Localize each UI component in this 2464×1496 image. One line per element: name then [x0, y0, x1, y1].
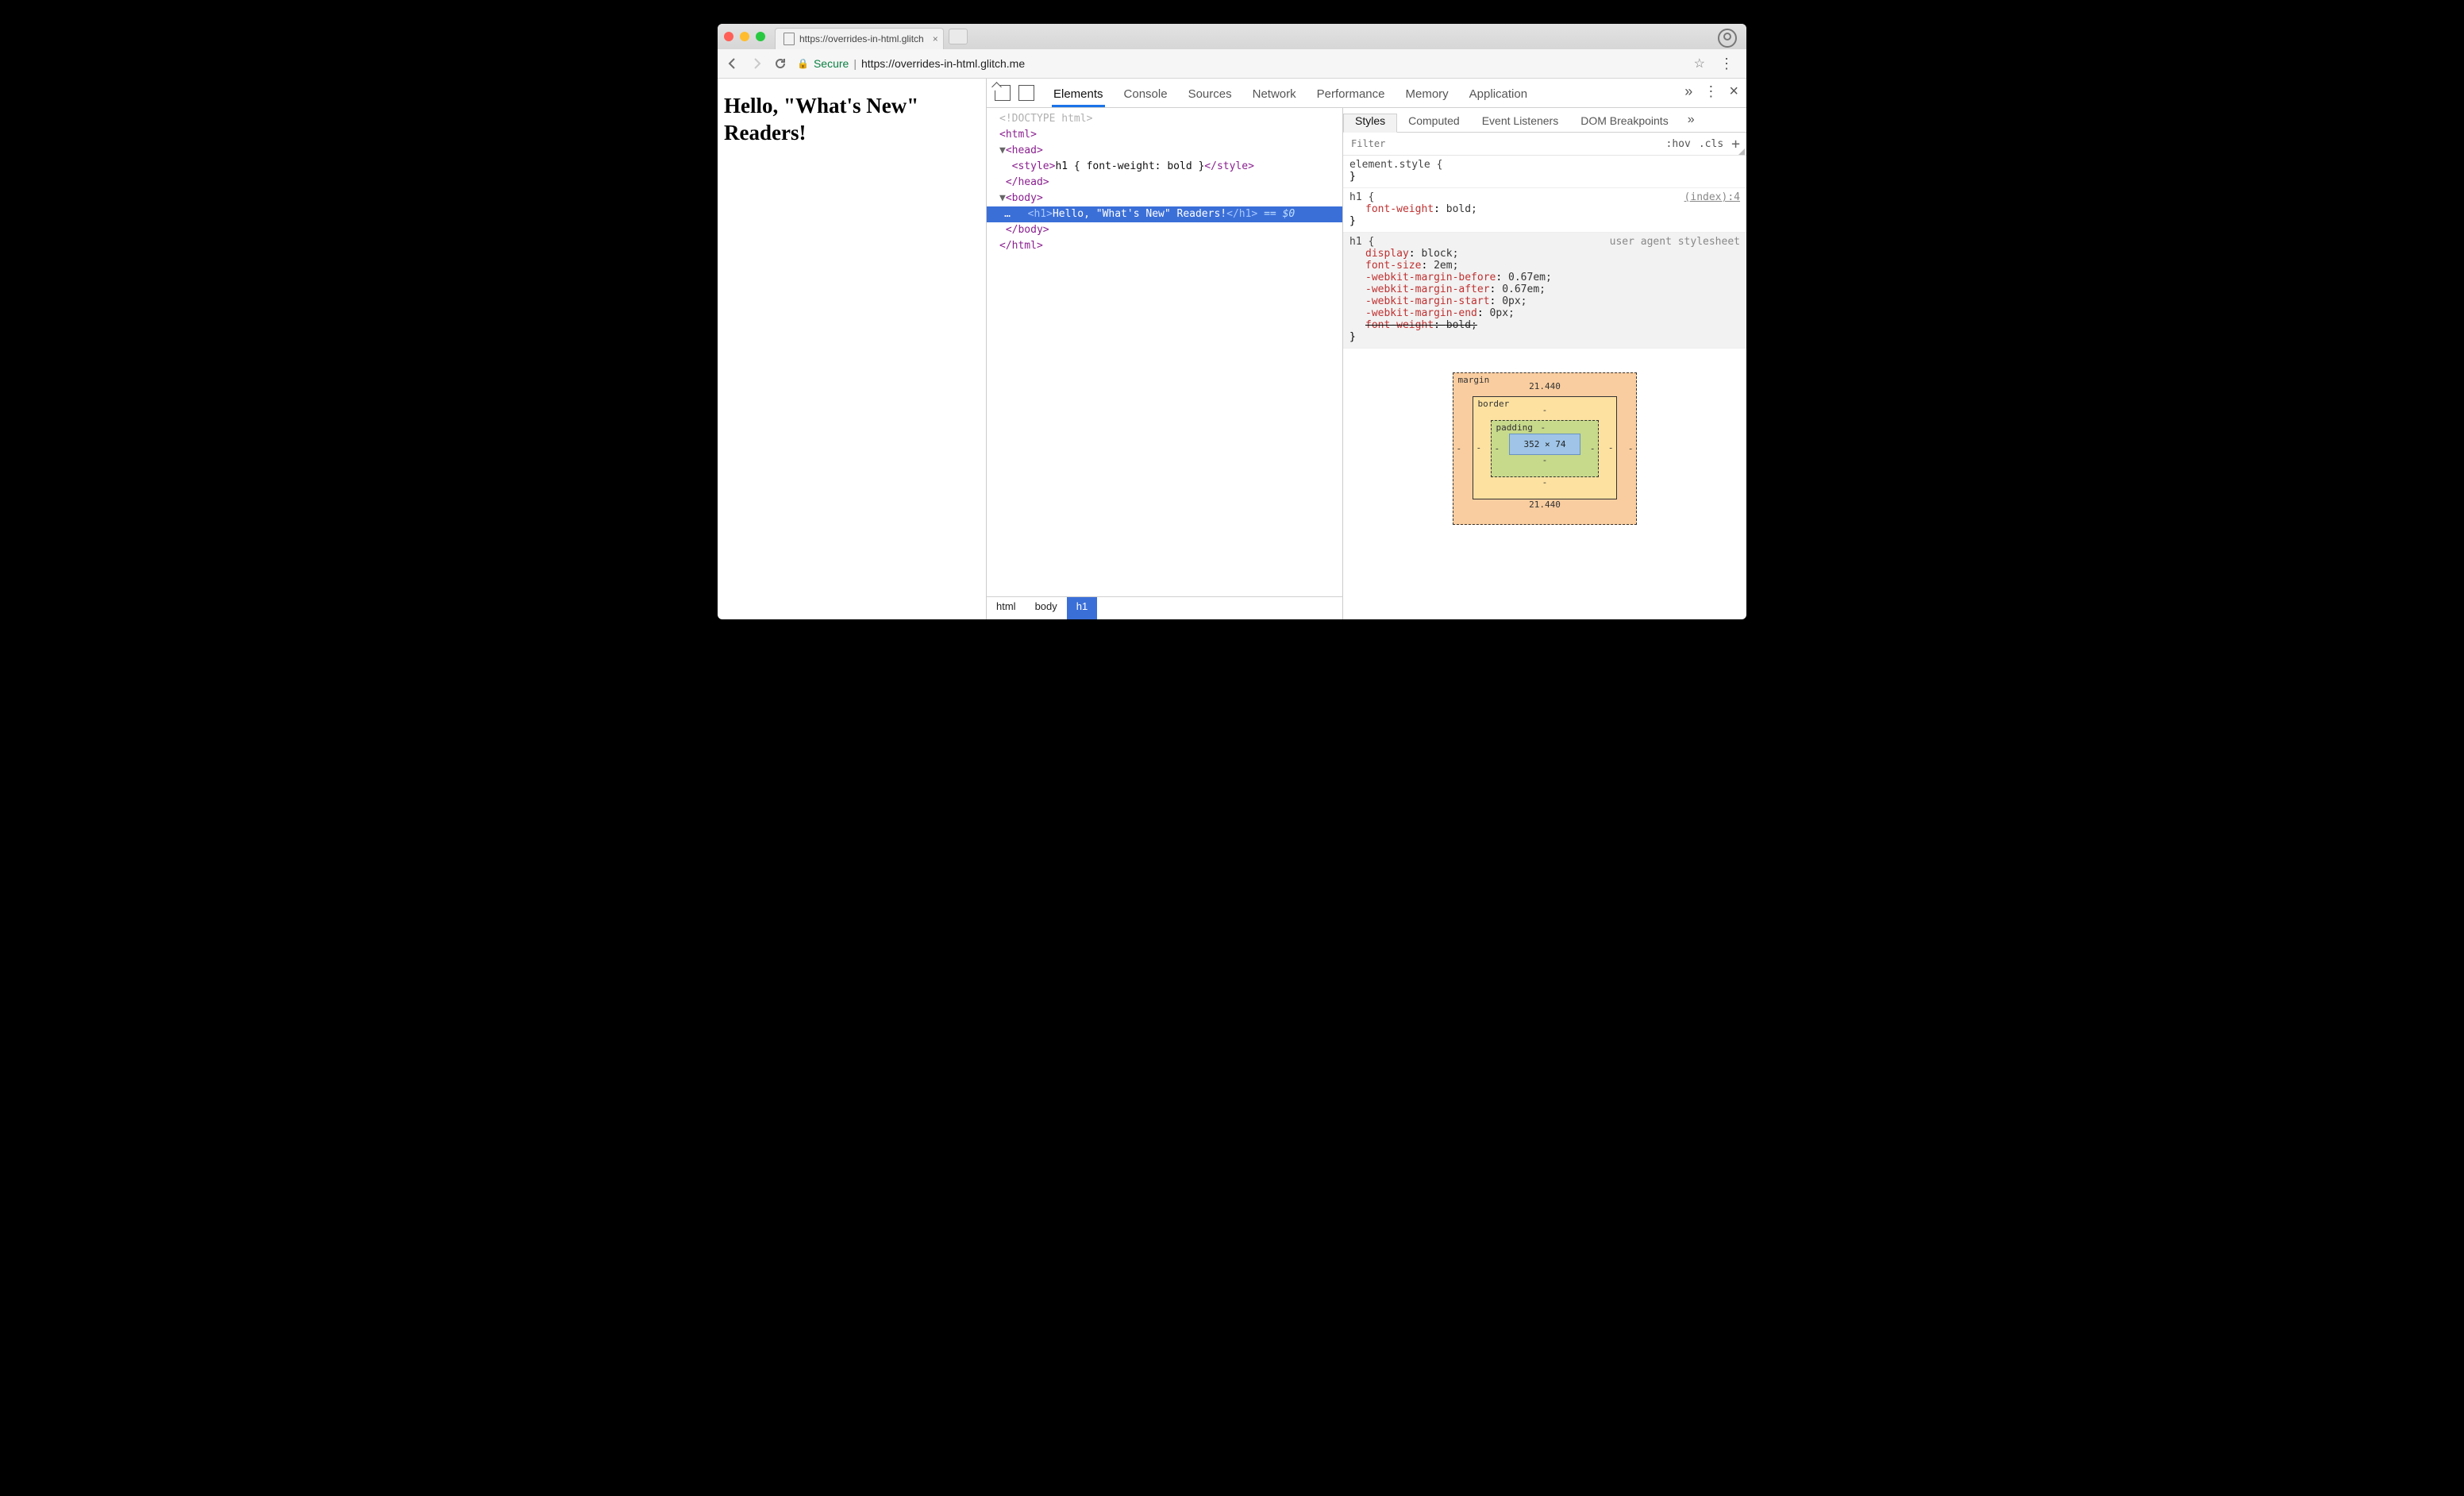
rule-element-style[interactable]: element.style { }	[1343, 156, 1746, 188]
cls-toggle[interactable]: .cls	[1699, 138, 1723, 150]
devtools-more-tabs-icon[interactable]: »	[1684, 83, 1692, 100]
devtools-tab-memory[interactable]: Memory	[1404, 87, 1450, 107]
dom-style-text: h1 { font-weight: bold }	[1055, 160, 1204, 172]
dom-head-close: </head>	[1006, 176, 1049, 188]
resize-corner-icon[interactable]	[1738, 148, 1745, 155]
crumb-h1[interactable]: h1	[1067, 597, 1097, 619]
devtools-menu-icon[interactable]: ⋮	[1704, 83, 1718, 100]
devtools-tabstrip: Elements Console Sources Network Perform…	[987, 79, 1746, 108]
styles-subtabs: Styles Computed Event Listeners DOM Brea…	[1343, 108, 1746, 133]
secure-label: Secure	[814, 57, 849, 70]
styles-filter-bar: :hov .cls +	[1343, 133, 1746, 156]
rule-source-link[interactable]: (index):4	[1684, 191, 1740, 203]
devtools-tab-sources[interactable]: Sources	[1187, 87, 1234, 107]
back-button[interactable]	[726, 56, 740, 71]
devtools-tab-performance[interactable]: Performance	[1315, 87, 1387, 107]
devtools-tab-console[interactable]: Console	[1122, 87, 1169, 107]
dom-html-open: <html>	[999, 129, 1037, 141]
window-controls	[724, 24, 775, 49]
rule-h1-ua[interactable]: h1 { user agent stylesheet display: bloc…	[1343, 233, 1746, 349]
box-model-content[interactable]: 352 × 74	[1509, 434, 1581, 455]
dom-style-close: </style>	[1204, 160, 1254, 172]
page-icon	[783, 33, 795, 45]
new-tab-button[interactable]	[949, 29, 968, 44]
dom-body-close: </body>	[1006, 224, 1049, 236]
browser-window: https://overrides-in-html.glitch × 🔒 Sec…	[718, 24, 1746, 619]
devtools-tab-network[interactable]: Network	[1251, 87, 1298, 107]
bookmark-star-icon[interactable]: ☆	[1694, 56, 1705, 71]
dom-breadcrumbs: html body h1	[987, 596, 1342, 619]
dom-tree[interactable]: <!DOCTYPE html> <html> ▼<head> <style>h1…	[987, 108, 1342, 596]
address-bar: 🔒 Secure | https://overrides-in-html.gli…	[718, 49, 1746, 79]
rule-source-label: user agent stylesheet	[1610, 236, 1740, 248]
crumb-html[interactable]: html	[987, 597, 1026, 619]
devtools-tab-elements[interactable]: Elements	[1052, 87, 1105, 107]
profile-icon[interactable]	[1718, 29, 1737, 48]
chrome-menu-icon[interactable]: ⋮	[1715, 56, 1738, 72]
content-area: Hello, "What's New" Readers! Elements Co…	[718, 79, 1746, 619]
hov-toggle[interactable]: :hov	[1666, 138, 1691, 150]
url-separator: |	[853, 57, 857, 70]
dom-selected-line[interactable]: … <h1>Hello, "What's New" Readers!</h1> …	[987, 206, 1342, 222]
inspect-element-icon[interactable]	[995, 85, 1011, 101]
dom-head-open: <head>	[1006, 145, 1043, 156]
styles-column: Styles Computed Event Listeners DOM Brea…	[1343, 108, 1746, 619]
forward-button[interactable]	[749, 56, 764, 71]
page-h1: Hello, "What's New" Readers!	[724, 93, 986, 147]
close-tab-icon[interactable]: ×	[933, 33, 938, 44]
ellipsis-icon: …	[999, 206, 1015, 222]
lock-icon: 🔒	[797, 58, 809, 69]
url-field[interactable]: 🔒 Secure | https://overrides-in-html.gli…	[797, 57, 1684, 70]
disclosure-triangle-icon[interactable]: ▼	[999, 145, 1006, 156]
styles-more-subtabs-icon[interactable]: »	[1680, 113, 1703, 132]
devtools-close-icon[interactable]: ×	[1729, 83, 1738, 101]
devtools-body: <!DOCTYPE html> <html> ▼<head> <style>h1…	[987, 108, 1746, 619]
subtab-dom-breakpoints[interactable]: DOM Breakpoints	[1569, 114, 1679, 132]
url-text: https://overrides-in-html.glitch.me	[861, 57, 1025, 70]
subtab-computed[interactable]: Computed	[1397, 114, 1471, 132]
styles-rules: element.style { } h1 { (index):4 font-we…	[1343, 156, 1746, 619]
dom-html-close: </html>	[999, 240, 1043, 252]
close-window-button[interactable]	[724, 32, 733, 41]
box-model-border[interactable]: border - - - padding - - -	[1473, 396, 1618, 499]
crumb-body[interactable]: body	[1026, 597, 1067, 619]
tab-strip: https://overrides-in-html.glitch ×	[718, 24, 1746, 49]
dom-column: <!DOCTYPE html> <html> ▼<head> <style>h1…	[987, 108, 1343, 619]
devtools-toolbar-icons	[995, 85, 1034, 107]
box-model-margin[interactable]: margin 21.440 - - border - - -	[1453, 372, 1638, 525]
styles-filter-input[interactable]	[1349, 137, 1480, 150]
maximize-window-button[interactable]	[756, 32, 765, 41]
tab-title: https://overrides-in-html.glitch	[799, 33, 924, 44]
rendered-page: Hello, "What's New" Readers!	[718, 79, 987, 619]
box-model-diagram: margin 21.440 - - border - - -	[1343, 349, 1746, 549]
devtools-panel: Elements Console Sources Network Perform…	[987, 79, 1746, 619]
disclosure-triangle-icon[interactable]: ▼	[999, 192, 1006, 204]
dom-style-open: <style>	[1012, 160, 1056, 172]
reload-button[interactable]	[773, 56, 787, 71]
devtools-tab-application[interactable]: Application	[1468, 87, 1529, 107]
dom-doctype: <!DOCTYPE html>	[999, 113, 1092, 125]
subtab-styles[interactable]: Styles	[1343, 114, 1397, 133]
minimize-window-button[interactable]	[740, 32, 749, 41]
browser-tab[interactable]: https://overrides-in-html.glitch ×	[775, 28, 944, 49]
box-model-padding[interactable]: padding - - - 352 × 74 -	[1491, 420, 1600, 477]
device-toolbar-icon[interactable]	[1018, 85, 1034, 101]
dom-body-open: <body>	[1006, 192, 1043, 204]
rule-h1-author[interactable]: h1 { (index):4 font-weight: bold; }	[1343, 188, 1746, 233]
subtab-event-listeners[interactable]: Event Listeners	[1471, 114, 1570, 132]
